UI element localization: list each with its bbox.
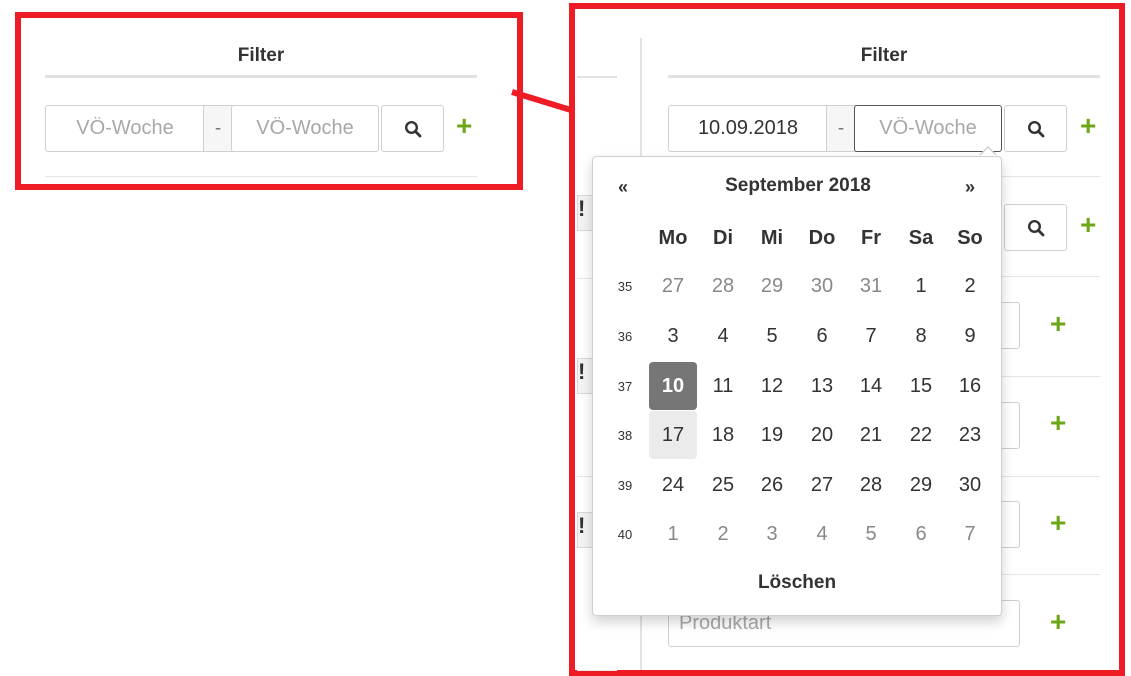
weekday-header: Di [713, 227, 733, 249]
weekday-header: Mi [760, 227, 784, 249]
plus-icon: + [1050, 407, 1067, 438]
calendar-day[interactable]: 7 [946, 510, 994, 558]
weekday-header: Mo [658, 227, 688, 249]
neighbor-rule [577, 670, 617, 671]
plus-icon: + [1050, 308, 1067, 339]
calendar-day[interactable]: 29 [897, 461, 945, 509]
calendar-day[interactable]: 9 [946, 312, 994, 360]
add-filter-button[interactable]: + [1050, 509, 1066, 537]
calendar-day[interactable]: 25 [699, 461, 747, 509]
week-number: 37 [617, 379, 633, 394]
datepicker-month-title[interactable]: September 2018 [660, 175, 936, 197]
add-filter-button[interactable]: + [1050, 310, 1066, 338]
prev-month-button[interactable]: « [605, 177, 641, 198]
calendar-day[interactable]: 10 [649, 362, 697, 410]
neighbor-mark: ! [578, 513, 586, 538]
calendar-day[interactable]: 4 [699, 312, 747, 360]
week-number: 38 [617, 428, 633, 443]
release-week-from-input[interactable] [668, 105, 828, 152]
annotation-frame-left [15, 12, 523, 190]
plus-icon: + [1050, 606, 1067, 637]
calendar-day[interactable]: 22 [897, 411, 945, 459]
filter-title-rule [45, 75, 477, 78]
weekday-header: Sa [908, 227, 934, 249]
filter-title-rule [668, 75, 1100, 78]
calendar-day[interactable]: 26 [748, 461, 796, 509]
search-icon [1027, 120, 1044, 137]
calendar-day[interactable]: 30 [946, 461, 994, 509]
plus-icon: + [456, 110, 473, 141]
calendar-day[interactable]: 19 [748, 411, 796, 459]
calendar-day[interactable]: 17 [649, 411, 697, 459]
calendar-day[interactable]: 20 [798, 411, 846, 459]
release-week-from-input[interactable] [45, 105, 205, 152]
weekday-header: Do [808, 227, 836, 249]
calendar-day[interactable]: 8 [897, 312, 945, 360]
neighbor-mark: ! [578, 359, 586, 384]
calendar-day[interactable]: 27 [798, 461, 846, 509]
calendar-day[interactable]: 28 [847, 461, 895, 509]
calendar-day[interactable]: 3 [649, 312, 697, 360]
calendar-day[interactable]: 2 [699, 510, 747, 558]
add-filter-button[interactable]: + [1050, 409, 1066, 437]
filter-title: Filter [237, 45, 285, 66]
add-filter-button[interactable]: + [1080, 112, 1096, 140]
calendar-day[interactable]: 12 [748, 362, 796, 410]
search-button[interactable] [381, 105, 444, 152]
calendar-day[interactable]: 13 [798, 362, 846, 410]
plus-icon: + [1050, 507, 1067, 538]
calendar-day[interactable]: 28 [699, 262, 747, 310]
row-divider [45, 176, 477, 177]
range-separator: - [203, 105, 233, 152]
calendar-day[interactable]: 24 [649, 461, 697, 509]
calendar-day[interactable]: 21 [847, 411, 895, 459]
search-icon [1027, 219, 1044, 236]
release-week-to-input[interactable] [231, 105, 379, 152]
calendar-day[interactable]: 30 [798, 262, 846, 310]
calendar-day[interactable]: 18 [699, 411, 747, 459]
range-separator: - [826, 105, 856, 152]
search-icon [404, 120, 421, 137]
neighbor-rule [577, 76, 617, 78]
calendar-day[interactable]: 31 [847, 262, 895, 310]
filter-title: Filter [860, 45, 908, 66]
calendar-day[interactable]: 7 [847, 312, 895, 360]
calendar-day[interactable]: 11 [699, 362, 747, 410]
calendar-day[interactable]: 1 [649, 510, 697, 558]
calendar-day[interactable]: 23 [946, 411, 994, 459]
clear-date-button[interactable]: Löschen [697, 572, 897, 594]
calendar-day[interactable]: 4 [798, 510, 846, 558]
week-number: 40 [617, 527, 633, 542]
next-month-button[interactable]: » [952, 177, 988, 198]
release-week-to-input[interactable] [854, 105, 1002, 152]
calendar-day[interactable]: 5 [847, 510, 895, 558]
add-filter-button[interactable]: + [1050, 608, 1066, 636]
calendar-day[interactable]: 6 [897, 510, 945, 558]
calendar-day[interactable]: 5 [748, 312, 796, 360]
week-number: 36 [617, 329, 633, 344]
calendar-day[interactable]: 6 [798, 312, 846, 360]
calendar-day[interactable]: 2 [946, 262, 994, 310]
weekday-header: So [957, 227, 983, 249]
week-number: 35 [617, 279, 633, 294]
calendar-day[interactable]: 27 [649, 262, 697, 310]
calendar-day[interactable]: 3 [748, 510, 796, 558]
calendar-day[interactable]: 1 [897, 262, 945, 310]
plus-icon: + [1080, 209, 1097, 240]
add-filter-button[interactable]: + [1080, 211, 1096, 239]
search-button[interactable] [1004, 105, 1067, 152]
neighbor-mark: ! [578, 196, 586, 221]
calendar-day[interactable]: 14 [847, 362, 895, 410]
datepicker-caret [980, 148, 996, 156]
search-button[interactable] [1004, 204, 1067, 251]
week-number: 39 [617, 478, 633, 493]
calendar-day[interactable]: 15 [897, 362, 945, 410]
add-filter-button[interactable]: + [456, 112, 472, 140]
plus-icon: + [1080, 110, 1097, 141]
calendar-day[interactable]: 29 [748, 262, 796, 310]
weekday-header: Fr [861, 227, 881, 249]
calendar-day[interactable]: 16 [946, 362, 994, 410]
